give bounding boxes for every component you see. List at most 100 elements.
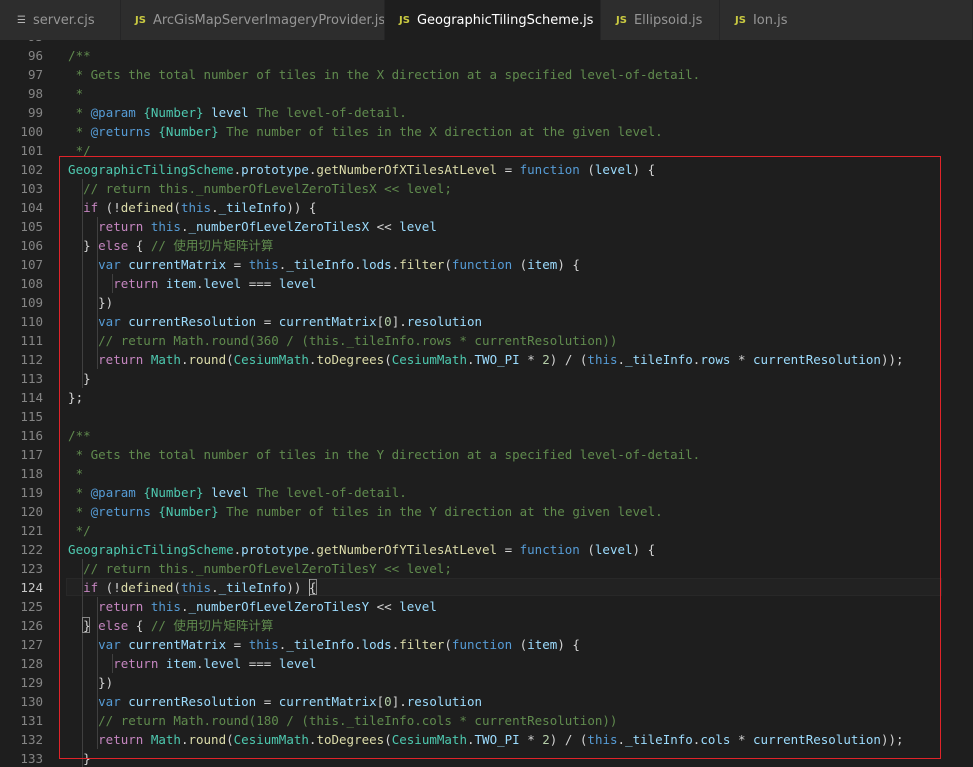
- code-line[interactable]: 125 return this._numberOfLevelZeroTilesY…: [0, 597, 973, 616]
- code-text: * @param {Number} level The level-of-det…: [53, 103, 407, 122]
- line-number: 123: [20, 561, 43, 576]
- tab-geographic-tiling-scheme[interactable]: JS GeographicTilingScheme.js ×: [385, 0, 601, 40]
- code-line[interactable]: 133 }: [0, 749, 973, 767]
- code-line[interactable]: 113 }: [0, 369, 973, 388]
- code-line[interactable]: 108 return item.level === level: [0, 274, 973, 293]
- code-line[interactable]: 115: [0, 407, 973, 426]
- code-line[interactable]: 121 */: [0, 521, 973, 540]
- code-line[interactable]: 111 // return Math.round(360 / (this._ti…: [0, 331, 973, 350]
- code-token: 2: [542, 352, 550, 367]
- code-line[interactable]: 131 // return Math.round(180 / (this._ti…: [0, 711, 973, 730]
- line-number: 121: [20, 523, 43, 538]
- code-token: @param: [90, 485, 136, 500]
- code-token: this: [248, 637, 279, 652]
- code-line[interactable]: 126 } else { // 使用切片矩阵计算: [0, 616, 973, 635]
- code-token: Math: [150, 732, 181, 747]
- code-token: *: [730, 732, 754, 747]
- code-line[interactable]: 128 return item.level === level: [0, 654, 973, 673]
- code-line[interactable]: 96 /**: [0, 46, 973, 65]
- code-line[interactable]: 97 * Gets the total number of tiles in t…: [0, 65, 973, 84]
- code-token: // return this._numberOfLevelZeroTilesX …: [53, 181, 452, 196]
- code-text: GeographicTilingScheme.prototype.getNumb…: [53, 160, 655, 179]
- code-token: =: [256, 314, 279, 329]
- code-token: if: [53, 580, 99, 595]
- code-text: * @returns {Number} The number of tiles …: [53, 122, 663, 141]
- code-line[interactable]: 105 return this._numberOfLevelZeroTilesX…: [0, 217, 973, 236]
- tab-label: Ion.js: [752, 12, 788, 28]
- code-line[interactable]: 116 /**: [0, 426, 973, 445]
- code-line[interactable]: 129 }): [0, 673, 973, 692]
- code-text: if (!defined(this._tileInfo)) {: [53, 198, 316, 217]
- code-line[interactable]: 127 var currentMatrix = this._tileInfo.l…: [0, 635, 973, 654]
- code-token: *: [53, 86, 84, 101]
- code-line[interactable]: 106 } else { // 使用切片矩阵计算: [0, 236, 973, 255]
- code-line[interactable]: 118 *: [0, 464, 973, 483]
- code-text: return Math.round(CesiumMath.toDegrees(C…: [53, 350, 903, 369]
- code-token: */: [53, 523, 91, 538]
- code-line[interactable]: 107 var currentMatrix = this._tileInfo.l…: [0, 255, 973, 274]
- code-line[interactable]: 103 // return this._numberOfLevelZeroTil…: [0, 179, 973, 198]
- code-token: toDegrees: [316, 732, 385, 747]
- code-token: .: [466, 352, 475, 367]
- code-token: prototype: [241, 542, 309, 557]
- code-line[interactable]: 122 GeographicTilingScheme.prototype.get…: [0, 540, 973, 559]
- tab-server-cjs[interactable]: ☰ server.cjs: [0, 0, 121, 40]
- code-token: * Gets the total number of tiles in the …: [53, 447, 701, 462]
- code-line[interactable]: 120 * @returns {Number} The number of ti…: [0, 502, 973, 521]
- code-token: (: [579, 162, 595, 177]
- code-token: level: [211, 485, 249, 500]
- code-line[interactable]: 112 return Math.round(CesiumMath.toDegre…: [0, 350, 973, 369]
- code-token: filter: [399, 257, 445, 272]
- code-line[interactable]: 117 * Gets the total number of tiles in …: [0, 445, 973, 464]
- code-token: ));: [880, 732, 904, 747]
- code-line[interactable]: 101 */: [0, 141, 973, 160]
- code-line[interactable]: 99 * @param {Number} level The level-of-…: [0, 103, 973, 122]
- code-token: Math: [150, 352, 181, 367]
- tab-ion[interactable]: JS Ion.js: [720, 0, 973, 40]
- js-file-icon: JS: [735, 14, 746, 26]
- code-line[interactable]: 109 }): [0, 293, 973, 312]
- code-token: level: [399, 219, 437, 234]
- line-number: 128: [20, 656, 43, 671]
- code-token: TWO_PI: [474, 732, 520, 747]
- tab-arcgis-provider[interactable]: JS ArcGisMapServerImageryProvider.js: [121, 0, 385, 40]
- code-token: this: [587, 352, 618, 367]
- file-icon: ☰: [17, 14, 26, 26]
- code-token: resolution: [406, 694, 483, 709]
- code-line[interactable]: 102 GeographicTilingScheme.prototype.get…: [0, 160, 973, 179]
- line-number: 133: [20, 751, 43, 766]
- code-token: {: [128, 238, 151, 253]
- code-line[interactable]: 130 var currentResolution = currentMatri…: [0, 692, 973, 711]
- code-line[interactable]: 119 * @param {Number} level The level-of…: [0, 483, 973, 502]
- code-line[interactable]: 124 if (!defined(this._tileInfo)) {: [0, 578, 973, 597]
- code-token: level: [594, 162, 633, 177]
- code-line[interactable]: 98 *: [0, 84, 973, 103]
- code-text: var currentResolution = currentMatrix[0]…: [53, 312, 482, 331]
- code-editor[interactable]: 9596 /**97 * Gets the total number of ti…: [0, 40, 973, 767]
- code-token: else: [98, 618, 129, 633]
- code-token: 2: [542, 732, 550, 747]
- code-token: getNumberOfXTilesAtLevel: [316, 162, 498, 177]
- code-line[interactable]: 110 var currentResolution = currentMatri…: [0, 312, 973, 331]
- tab-label: ArcGisMapServerImageryProvider.js: [152, 12, 385, 28]
- code-token: }: [53, 751, 91, 766]
- code-line[interactable]: 100 * @returns {Number} The number of ti…: [0, 122, 973, 141]
- code-token: =: [497, 542, 520, 557]
- code-line[interactable]: 123 // return this._numberOfLevelZeroTil…: [0, 559, 973, 578]
- code-token: // return Math.round(360 / (this._tileIn…: [53, 333, 618, 348]
- code-line[interactable]: 114 };: [0, 388, 973, 407]
- code-token: cols: [700, 732, 731, 747]
- code-token: this: [180, 200, 212, 215]
- code-line[interactable]: 132 return Math.round(CesiumMath.toDegre…: [0, 730, 973, 749]
- code-token: TWO_PI: [474, 352, 520, 367]
- code-token: .: [196, 656, 204, 671]
- tab-ellipsoid[interactable]: JS Ellipsoid.js: [601, 0, 720, 40]
- code-token: .: [354, 257, 362, 272]
- code-token: {Number}: [158, 124, 219, 139]
- code-token: round: [188, 352, 227, 367]
- line-number: 132: [20, 732, 43, 747]
- code-line[interactable]: 104 if (!defined(this._tileInfo)) {: [0, 198, 973, 217]
